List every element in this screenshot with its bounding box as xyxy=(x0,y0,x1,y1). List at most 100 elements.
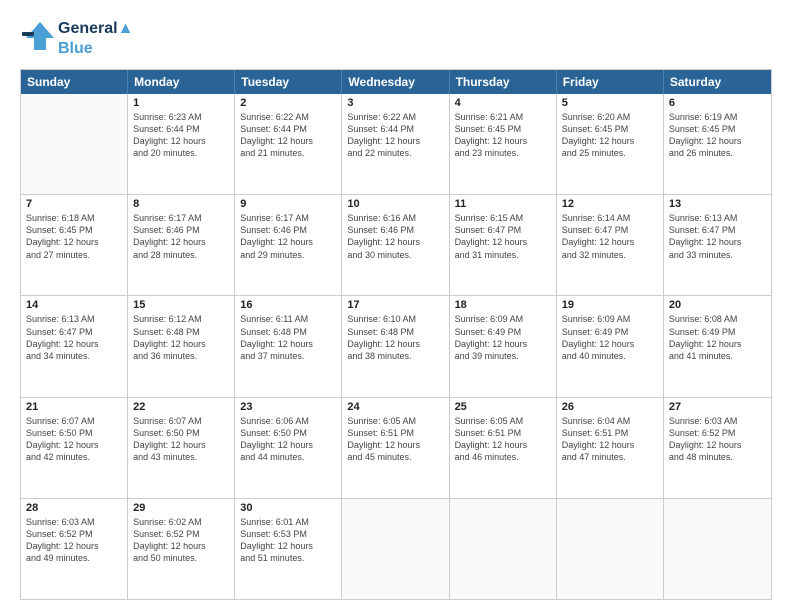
day-number: 3 xyxy=(347,97,443,109)
cell-info-line: and 21 minutes. xyxy=(240,147,336,159)
day-number: 25 xyxy=(455,401,551,413)
logo-text-line1: General▲ xyxy=(58,19,133,38)
cell-info-line: Sunset: 6:47 PM xyxy=(562,224,658,236)
day-number: 9 xyxy=(240,198,336,210)
cell-info-line: and 39 minutes. xyxy=(455,350,551,362)
calendar-cell xyxy=(21,94,128,194)
cell-info-line: Sunrise: 6:16 AM xyxy=(347,212,443,224)
cell-info-line: Daylight: 12 hours xyxy=(133,135,229,147)
header: General▲ Blue xyxy=(20,18,772,59)
day-number: 10 xyxy=(347,198,443,210)
cell-info-line: Daylight: 12 hours xyxy=(669,135,766,147)
calendar-cell: 2Sunrise: 6:22 AMSunset: 6:44 PMDaylight… xyxy=(235,94,342,194)
day-number: 23 xyxy=(240,401,336,413)
cell-info-line: and 22 minutes. xyxy=(347,147,443,159)
cell-info-line: Daylight: 12 hours xyxy=(240,236,336,248)
weekday-header-monday: Monday xyxy=(128,70,235,94)
cell-info-line: Daylight: 12 hours xyxy=(455,236,551,248)
calendar-row-4: 28Sunrise: 6:03 AMSunset: 6:52 PMDayligh… xyxy=(21,499,771,599)
cell-info-line: Sunrise: 6:13 AM xyxy=(26,313,122,325)
cell-info-line: Daylight: 12 hours xyxy=(26,338,122,350)
weekday-header-tuesday: Tuesday xyxy=(235,70,342,94)
cell-info-line: Sunset: 6:44 PM xyxy=(240,123,336,135)
day-number: 20 xyxy=(669,299,766,311)
cell-info-line: Sunrise: 6:01 AM xyxy=(240,516,336,528)
cell-info-line: and 34 minutes. xyxy=(26,350,122,362)
cell-info-line: and 28 minutes. xyxy=(133,249,229,261)
calendar-cell xyxy=(450,499,557,599)
cell-info-line: Sunset: 6:47 PM xyxy=(26,326,122,338)
calendar-row-3: 21Sunrise: 6:07 AMSunset: 6:50 PMDayligh… xyxy=(21,398,771,499)
cell-info-line: Sunset: 6:52 PM xyxy=(26,528,122,540)
cell-info-line: Sunset: 6:51 PM xyxy=(562,427,658,439)
day-number: 22 xyxy=(133,401,229,413)
calendar-cell: 25Sunrise: 6:05 AMSunset: 6:51 PMDayligh… xyxy=(450,398,557,498)
cell-info-line: Sunset: 6:52 PM xyxy=(669,427,766,439)
cell-info-line: and 51 minutes. xyxy=(240,552,336,564)
cell-info-line: Sunrise: 6:11 AM xyxy=(240,313,336,325)
cell-info-line: Sunrise: 6:20 AM xyxy=(562,111,658,123)
cell-info-line: Daylight: 12 hours xyxy=(562,236,658,248)
cell-info-line: Sunset: 6:46 PM xyxy=(347,224,443,236)
calendar-header: SundayMondayTuesdayWednesdayThursdayFrid… xyxy=(21,70,771,94)
cell-info-line: Sunrise: 6:09 AM xyxy=(455,313,551,325)
cell-info-line: Sunrise: 6:17 AM xyxy=(240,212,336,224)
cell-info-line: Sunset: 6:48 PM xyxy=(133,326,229,338)
calendar-cell: 26Sunrise: 6:04 AMSunset: 6:51 PMDayligh… xyxy=(557,398,664,498)
day-number: 14 xyxy=(26,299,122,311)
calendar-cell: 8Sunrise: 6:17 AMSunset: 6:46 PMDaylight… xyxy=(128,195,235,295)
day-number: 4 xyxy=(455,97,551,109)
cell-info-line: Daylight: 12 hours xyxy=(455,338,551,350)
cell-info-line: Sunrise: 6:10 AM xyxy=(347,313,443,325)
cell-info-line: and 45 minutes. xyxy=(347,451,443,463)
cell-info-line: Daylight: 12 hours xyxy=(240,135,336,147)
cell-info-line: Sunrise: 6:03 AM xyxy=(669,415,766,427)
cell-info-line: Sunrise: 6:03 AM xyxy=(26,516,122,528)
cell-info-line: Sunrise: 6:07 AM xyxy=(26,415,122,427)
calendar-cell: 13Sunrise: 6:13 AMSunset: 6:47 PMDayligh… xyxy=(664,195,771,295)
calendar-cell: 10Sunrise: 6:16 AMSunset: 6:46 PMDayligh… xyxy=(342,195,449,295)
day-number: 7 xyxy=(26,198,122,210)
day-number: 8 xyxy=(133,198,229,210)
cell-info-line: Sunrise: 6:12 AM xyxy=(133,313,229,325)
cell-info-line: Sunrise: 6:06 AM xyxy=(240,415,336,427)
cell-info-line: Sunset: 6:45 PM xyxy=(26,224,122,236)
cell-info-line: and 31 minutes. xyxy=(455,249,551,261)
calendar-cell xyxy=(342,499,449,599)
cell-info-line: Sunset: 6:46 PM xyxy=(240,224,336,236)
cell-info-line: and 20 minutes. xyxy=(133,147,229,159)
calendar-cell: 19Sunrise: 6:09 AMSunset: 6:49 PMDayligh… xyxy=(557,296,664,396)
calendar-cell: 7Sunrise: 6:18 AMSunset: 6:45 PMDaylight… xyxy=(21,195,128,295)
cell-info-line: Sunset: 6:53 PM xyxy=(240,528,336,540)
cell-info-line: Daylight: 12 hours xyxy=(133,236,229,248)
cell-info-line: Sunset: 6:52 PM xyxy=(133,528,229,540)
calendar-cell: 18Sunrise: 6:09 AMSunset: 6:49 PMDayligh… xyxy=(450,296,557,396)
calendar-cell: 3Sunrise: 6:22 AMSunset: 6:44 PMDaylight… xyxy=(342,94,449,194)
calendar-row-2: 14Sunrise: 6:13 AMSunset: 6:47 PMDayligh… xyxy=(21,296,771,397)
calendar-cell: 16Sunrise: 6:11 AMSunset: 6:48 PMDayligh… xyxy=(235,296,342,396)
cell-info-line: Sunset: 6:45 PM xyxy=(455,123,551,135)
cell-info-line: Daylight: 12 hours xyxy=(133,439,229,451)
cell-info-line: and 46 minutes. xyxy=(455,451,551,463)
cell-info-line: Sunrise: 6:23 AM xyxy=(133,111,229,123)
cell-info-line: Daylight: 12 hours xyxy=(669,236,766,248)
cell-info-line: Sunrise: 6:05 AM xyxy=(347,415,443,427)
cell-info-line: and 41 minutes. xyxy=(669,350,766,362)
calendar-body: 1Sunrise: 6:23 AMSunset: 6:44 PMDaylight… xyxy=(21,94,771,599)
cell-info-line: and 43 minutes. xyxy=(133,451,229,463)
day-number: 2 xyxy=(240,97,336,109)
calendar-cell: 24Sunrise: 6:05 AMSunset: 6:51 PMDayligh… xyxy=(342,398,449,498)
day-number: 11 xyxy=(455,198,551,210)
calendar-cell: 21Sunrise: 6:07 AMSunset: 6:50 PMDayligh… xyxy=(21,398,128,498)
cell-info-line: Daylight: 12 hours xyxy=(669,338,766,350)
cell-info-line: Sunrise: 6:07 AM xyxy=(133,415,229,427)
cell-info-line: Sunset: 6:51 PM xyxy=(347,427,443,439)
calendar-cell: 9 Sunrise: 6:17 AMSunset: 6:46 PMDaylight… xyxy=(235,195,342,295)
weekday-header-wednesday: Wednesday xyxy=(342,70,449,94)
day-number: 6 xyxy=(669,97,766,109)
cell-info-line: Sunrise: 6:15 AM xyxy=(455,212,551,224)
day-number: 24 xyxy=(347,401,443,413)
cell-info-line: and 26 minutes. xyxy=(669,147,766,159)
cell-info-line: Sunrise: 6:19 AM xyxy=(669,111,766,123)
calendar-cell: 5Sunrise: 6:20 AMSunset: 6:45 PMDaylight… xyxy=(557,94,664,194)
